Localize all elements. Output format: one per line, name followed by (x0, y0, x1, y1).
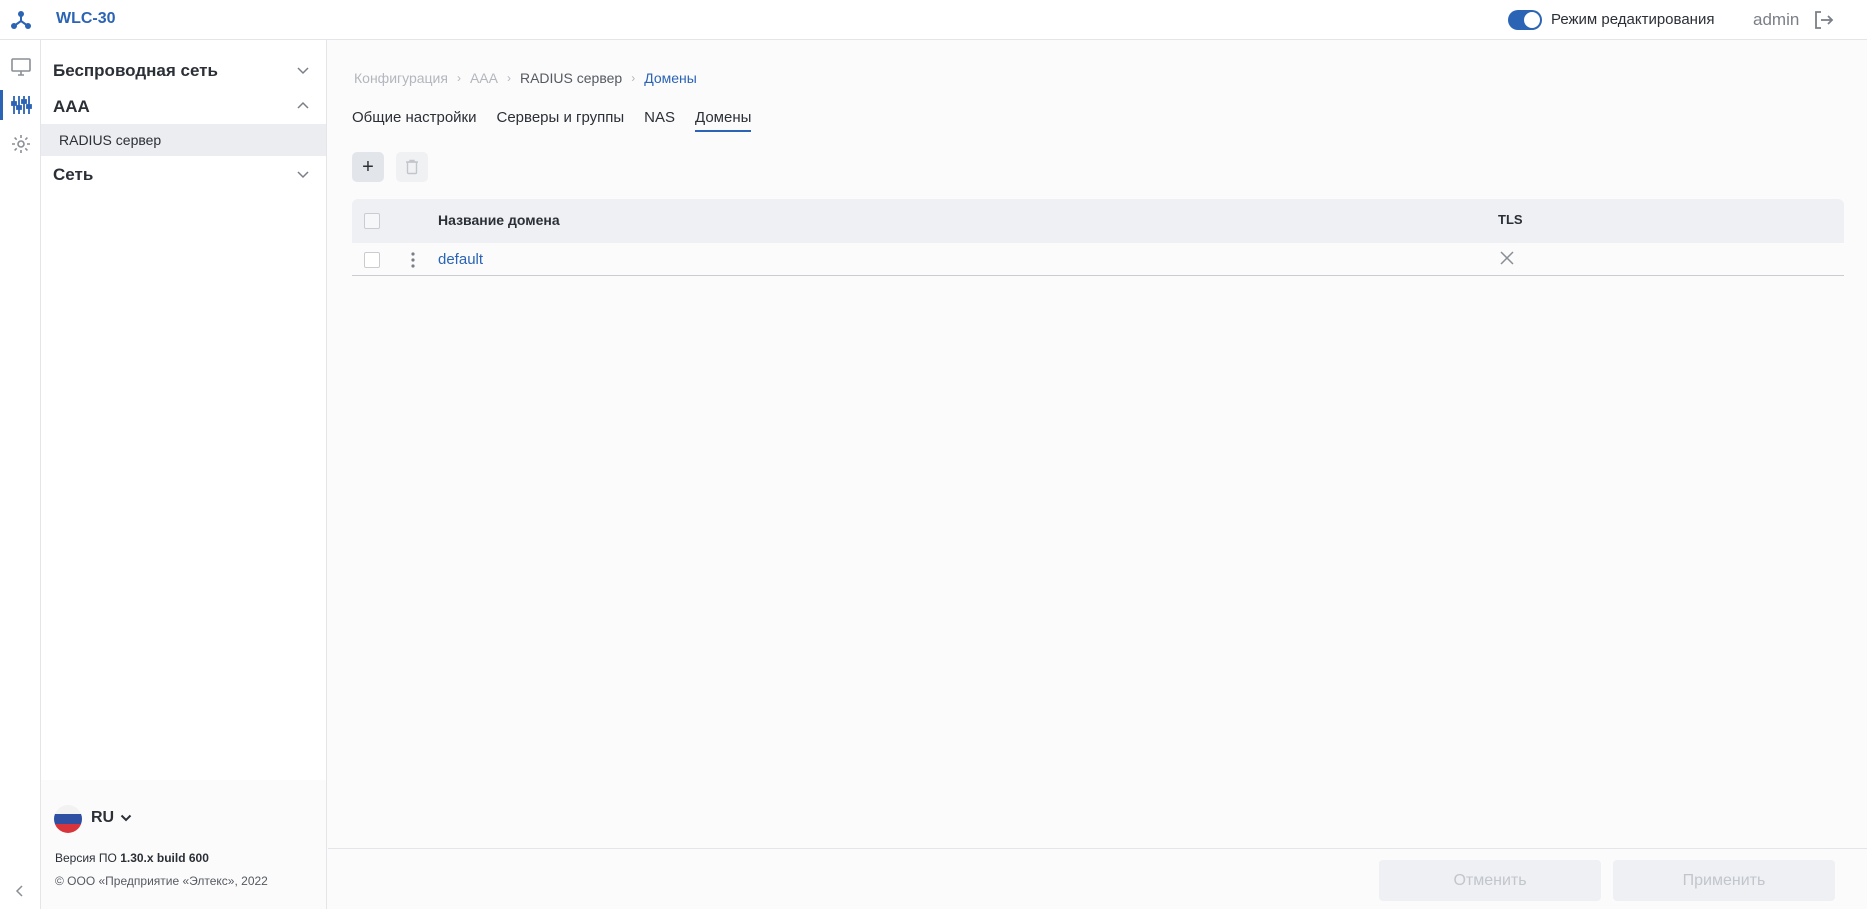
version-prefix: Версия ПО (55, 851, 121, 865)
chevron-up-icon[interactable] (296, 100, 310, 110)
trash-icon (406, 159, 418, 175)
chevron-right-icon: › (456, 71, 461, 85)
icon-rail (0, 40, 41, 909)
breadcrumb-domains: Домены (644, 70, 697, 86)
chevron-right-icon: › (631, 71, 636, 85)
chevron-down-icon[interactable] (296, 66, 310, 76)
edit-mode-label: Режим редактирования (1551, 11, 1715, 28)
top-bar: WLC-30 Режим редактирования admin (0, 0, 1867, 40)
tab-nas[interactable]: NAS (644, 109, 675, 132)
edit-mode-toggle[interactable] (1508, 10, 1542, 30)
monitor-icon[interactable] (10, 56, 32, 78)
collapse-sidebar-icon[interactable] (13, 884, 27, 898)
sidebar: Беспроводная сеть AAA RADIUS сервер Сеть… (41, 40, 327, 909)
rail-active-indicator (0, 90, 3, 120)
row-checkbox[interactable] (364, 252, 380, 268)
breadcrumb: Конфигурация › AAA › RADIUS сервер › Дом… (354, 70, 697, 86)
breadcrumb-aaa[interactable]: AAA (470, 70, 498, 86)
table-header: Название домена TLS (352, 199, 1844, 243)
logout-icon[interactable] (1812, 9, 1834, 31)
tabs: Общие настройки Серверы и группы NAS Дом… (352, 109, 752, 132)
chevron-down-icon[interactable] (296, 170, 310, 180)
bottom-action-bar: Отменить Применить (328, 848, 1867, 909)
column-header-domain-name[interactable]: Название домена (438, 212, 560, 228)
add-button[interactable]: + (352, 152, 384, 182)
tab-general-settings[interactable]: Общие настройки (352, 109, 477, 132)
chevron-right-icon: › (506, 71, 511, 85)
user-name[interactable]: admin (1753, 10, 1799, 30)
tab-domains[interactable]: Домены (695, 109, 752, 132)
sidebar-group-network[interactable]: Сеть (53, 165, 93, 185)
sliders-icon[interactable] (10, 94, 32, 116)
domains-table: Название домена TLS default (352, 199, 1844, 276)
column-header-tls[interactable]: TLS (1498, 212, 1523, 227)
tls-disabled-x-icon (1500, 251, 1514, 265)
russia-flag-icon[interactable] (54, 805, 82, 833)
language-selector[interactable]: RU (91, 809, 114, 827)
more-vertical-icon[interactable] (407, 251, 419, 269)
logo-icon[interactable] (10, 9, 32, 31)
version-info: Версия ПО 1.30.x build 600 (55, 851, 209, 865)
toggle-knob (1524, 12, 1540, 28)
sidebar-item-label: RADIUS сервер (59, 132, 162, 148)
sidebar-group-wireless[interactable]: Беспроводная сеть (53, 61, 218, 81)
app-title: WLC-30 (56, 10, 116, 27)
gear-icon[interactable] (10, 133, 32, 155)
cancel-button[interactable]: Отменить (1379, 860, 1601, 901)
chevron-down-icon[interactable] (120, 814, 132, 823)
breadcrumb-configuration[interactable]: Конфигурация (354, 70, 448, 86)
select-all-checkbox[interactable] (364, 213, 380, 229)
sidebar-footer (41, 780, 326, 909)
delete-button[interactable] (396, 152, 428, 182)
apply-button[interactable]: Применить (1613, 860, 1835, 901)
breadcrumb-radius-server[interactable]: RADIUS сервер (520, 70, 622, 86)
domain-name-link[interactable]: default (438, 251, 483, 268)
version-number: 1.30.x build 600 (120, 851, 209, 865)
table-row[interactable]: default (352, 243, 1844, 276)
sidebar-item-radius-server[interactable]: RADIUS сервер (41, 124, 326, 156)
main-content: Конфигурация › AAA › RADIUS сервер › Дом… (328, 40, 1867, 909)
copyright: © ООО «Предприятие «Элтекс», 2022 (55, 874, 268, 888)
tab-servers-groups[interactable]: Серверы и группы (497, 109, 625, 132)
sidebar-group-aaa[interactable]: AAA (53, 97, 90, 117)
